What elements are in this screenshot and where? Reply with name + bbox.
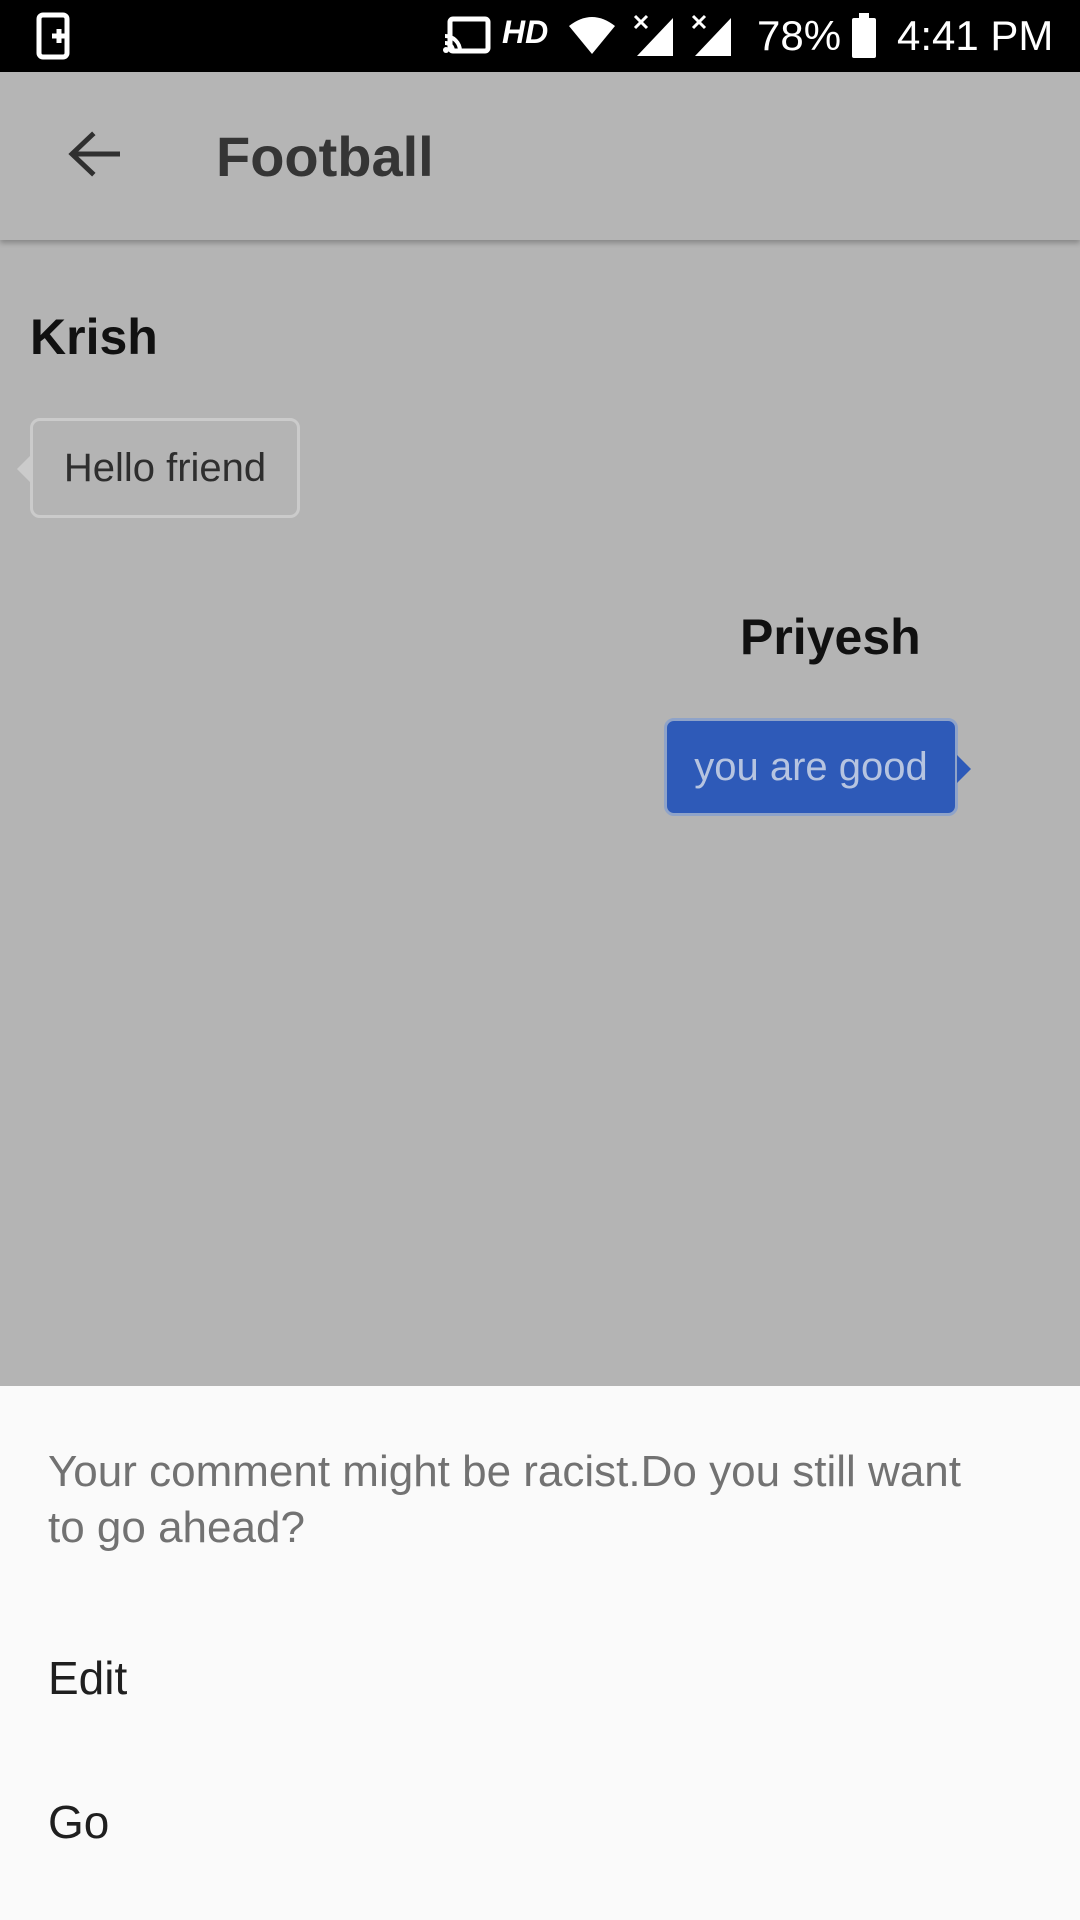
warning-message: Your comment might be racist.Do you stil…: [48, 1447, 961, 1552]
page-title: Football: [216, 125, 434, 188]
edit-option[interactable]: Edit: [0, 1608, 1080, 1748]
message-sender-name: Priyesh: [740, 609, 921, 665]
arrow-back-icon: [68, 130, 121, 182]
app-bar: Football: [0, 72, 1080, 240]
confirmation-bottom-sheet: Your comment might be racist.Do you stil…: [0, 1386, 1080, 1920]
edit-option-label: Edit: [48, 1652, 128, 1704]
back-button[interactable]: [56, 118, 132, 194]
go-option[interactable]: Go: [0, 1752, 1080, 1892]
message-sender-name: Krish: [30, 309, 158, 365]
chat-area: Krish Hello friend Priyesh you are good: [0, 240, 1080, 1386]
incoming-message-bubble[interactable]: Hello friend: [17, 418, 300, 518]
cast-icon: [440, 12, 494, 60]
status-bar: HD 78% 4:41 PM: [0, 0, 1080, 72]
wifi-icon: [566, 12, 618, 60]
screen-mirror-icon: [34, 12, 74, 60]
outgoing-message-bubble[interactable]: you are good: [664, 718, 971, 816]
clock: 4:41 PM: [897, 12, 1054, 59]
battery-percent: 78%: [757, 12, 842, 59]
go-option-label: Go: [48, 1796, 110, 1848]
battery-icon: [850, 12, 878, 60]
signal-no-service-icon: [632, 12, 676, 60]
network-type-label: HD: [502, 14, 549, 50]
signal-no-service-icon: [690, 12, 734, 60]
message-text: you are good: [694, 744, 928, 789]
message-text: Hello friend: [63, 445, 267, 490]
